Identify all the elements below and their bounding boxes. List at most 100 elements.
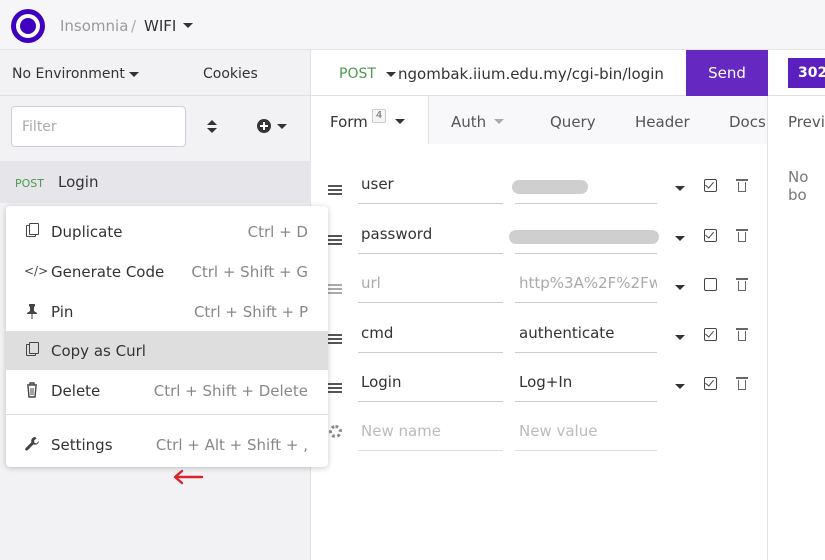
param-name-field[interactable]: password bbox=[358, 216, 503, 254]
auth-dropdown-icon[interactable] bbox=[494, 119, 504, 124]
param-value-field[interactable]: authenticate bbox=[515, 315, 657, 353]
environment-selector[interactable]: No Environment bbox=[12, 66, 125, 82]
delete-row-icon[interactable] bbox=[736, 178, 748, 192]
drag-handle-icon[interactable] bbox=[328, 284, 342, 295]
add-dropdown-icon[interactable] bbox=[277, 124, 287, 129]
menu-item-shortcut: Ctrl + Shift + P bbox=[193, 303, 308, 321]
workspace-dropdown-icon[interactable] bbox=[183, 23, 193, 28]
menu-item-shortcut: Ctrl + D bbox=[247, 223, 308, 241]
cookies-button[interactable]: Cookies bbox=[203, 66, 258, 82]
param-name-field[interactable]: cmd bbox=[358, 315, 503, 353]
form-count-badge: 4 bbox=[372, 109, 386, 123]
menu-item-pin[interactable]: Pin Ctrl + Shift + P bbox=[6, 292, 328, 331]
duplicate-icon bbox=[24, 223, 40, 239]
redacted-value bbox=[509, 230, 659, 244]
form-row: url http%3A%2F%2Fw bbox=[311, 265, 767, 314]
menu-item-settings[interactable]: Settings Ctrl + Alt + Shift + , bbox=[6, 425, 328, 464]
breadcrumb-separator: / bbox=[131, 17, 137, 35]
menu-item-shortcut: Ctrl + Shift + G bbox=[191, 263, 308, 281]
method-dropdown-icon[interactable] bbox=[386, 72, 396, 77]
breadcrumb-workspace[interactable]: WIFI bbox=[144, 17, 176, 35]
drag-handle-icon[interactable] bbox=[328, 235, 342, 246]
menu-item-label: Delete bbox=[51, 382, 101, 400]
drag-handle-icon[interactable] bbox=[328, 334, 342, 345]
row-dropdown-icon[interactable] bbox=[675, 186, 685, 191]
tab-query[interactable]: Query bbox=[550, 113, 596, 131]
annotation-arrow-icon bbox=[173, 469, 204, 485]
filter-input[interactable]: Filter bbox=[11, 106, 186, 147]
form-row: user bbox=[311, 166, 767, 215]
trash-icon bbox=[24, 382, 40, 398]
tab-form-bg bbox=[311, 96, 429, 144]
response-empty-text: No bo bbox=[788, 168, 809, 204]
param-name-field[interactable]: url bbox=[358, 265, 503, 303]
new-value-field[interactable]: New value bbox=[515, 413, 657, 451]
menu-item-generate-code[interactable]: </> Generate Code Ctrl + Shift + G bbox=[6, 252, 328, 291]
request-name: Login bbox=[58, 173, 99, 191]
menu-item-shortcut: Ctrl + Alt + Shift + , bbox=[155, 436, 308, 454]
enabled-checkbox[interactable] bbox=[704, 229, 717, 242]
row-dropdown-icon[interactable] bbox=[675, 384, 685, 389]
menu-item-copy-as-curl[interactable]: Copy as Curl bbox=[6, 331, 328, 485]
form-row: Login Log+In bbox=[311, 364, 767, 413]
menu-item-label: Pin bbox=[51, 303, 74, 321]
enabled-checkbox[interactable] bbox=[704, 377, 717, 390]
new-form-row: New name New value bbox=[311, 413, 767, 462]
url-input[interactable]: ngombak.iium.edu.my/cgi-bin/login bbox=[398, 65, 688, 83]
request-url-bar: POST ngombak.iium.edu.my/cgi-bin/login S… bbox=[311, 50, 825, 96]
add-item-icon[interactable] bbox=[257, 119, 271, 133]
enabled-checkbox[interactable] bbox=[704, 179, 717, 192]
menu-divider bbox=[6, 414, 328, 415]
tab-form[interactable]: Form bbox=[330, 113, 368, 131]
pane-divider[interactable] bbox=[767, 96, 768, 560]
status-badge: 302 bbox=[788, 58, 825, 88]
environment-dropdown-icon[interactable] bbox=[129, 72, 139, 77]
pin-icon bbox=[24, 303, 40, 319]
form-row: cmd authenticate bbox=[311, 315, 767, 364]
row-dropdown-icon[interactable] bbox=[675, 236, 685, 241]
breadcrumb-app[interactable]: Insomnia bbox=[60, 17, 128, 35]
param-name-field[interactable]: user bbox=[358, 166, 503, 204]
delete-row-icon[interactable] bbox=[736, 228, 748, 242]
enabled-checkbox[interactable] bbox=[704, 278, 717, 291]
delete-row-icon[interactable] bbox=[736, 327, 748, 341]
send-button[interactable]: Send bbox=[686, 50, 768, 96]
form-row: password bbox=[311, 216, 767, 265]
row-dropdown-icon[interactable] bbox=[675, 285, 685, 290]
param-value-field[interactable]: Log+In bbox=[515, 364, 657, 402]
menu-item-label: Settings bbox=[51, 436, 113, 454]
enabled-checkbox[interactable] bbox=[704, 328, 717, 341]
menu-item-duplicate[interactable]: Duplicate Ctrl + D bbox=[6, 212, 328, 251]
menu-item-label: Copy as Curl bbox=[51, 342, 146, 360]
row-dropdown-icon[interactable] bbox=[675, 335, 685, 340]
tab-preview[interactable]: Previ bbox=[788, 113, 825, 131]
param-value-field[interactable]: http%3A%2F%2Fw bbox=[515, 265, 657, 303]
drag-handle-icon[interactable] bbox=[328, 383, 342, 394]
tab-header[interactable]: Header bbox=[635, 113, 690, 131]
request-method-badge: POST bbox=[15, 177, 44, 190]
gear-icon[interactable] bbox=[329, 425, 342, 438]
code-icon: </> bbox=[24, 264, 49, 278]
menu-item-label: Duplicate bbox=[51, 223, 123, 241]
delete-row-icon[interactable] bbox=[736, 376, 748, 390]
top-bar: Insomnia / WIFI bbox=[0, 0, 825, 50]
insomnia-logo-icon[interactable] bbox=[11, 9, 45, 43]
copy-icon bbox=[24, 342, 40, 358]
delete-row-icon[interactable] bbox=[736, 277, 748, 291]
menu-item-delete[interactable]: Delete Ctrl + Shift + Delete bbox=[6, 371, 328, 410]
new-name-field[interactable]: New name bbox=[358, 413, 503, 451]
param-name-field[interactable]: Login bbox=[358, 364, 503, 402]
drag-handle-icon[interactable] bbox=[328, 185, 342, 196]
sidebar-request-login[interactable]: POST Login bbox=[0, 161, 311, 203]
menu-item-shortcut: Ctrl + Shift + Delete bbox=[153, 382, 308, 400]
redacted-value bbox=[512, 180, 588, 194]
sort-icon[interactable] bbox=[204, 116, 220, 138]
request-tabs: Form 4 Auth Query Header Docs bbox=[311, 96, 767, 144]
method-selector[interactable]: POST bbox=[339, 66, 376, 82]
wrench-icon bbox=[24, 436, 40, 452]
form-dropdown-icon[interactable] bbox=[395, 119, 405, 124]
tab-docs[interactable]: Docs bbox=[729, 113, 766, 131]
context-menu: Duplicate Ctrl + D </> Generate Code Ctr… bbox=[6, 206, 328, 485]
tab-auth[interactable]: Auth bbox=[451, 113, 486, 131]
environment-row: No Environment Cookies bbox=[0, 50, 311, 96]
